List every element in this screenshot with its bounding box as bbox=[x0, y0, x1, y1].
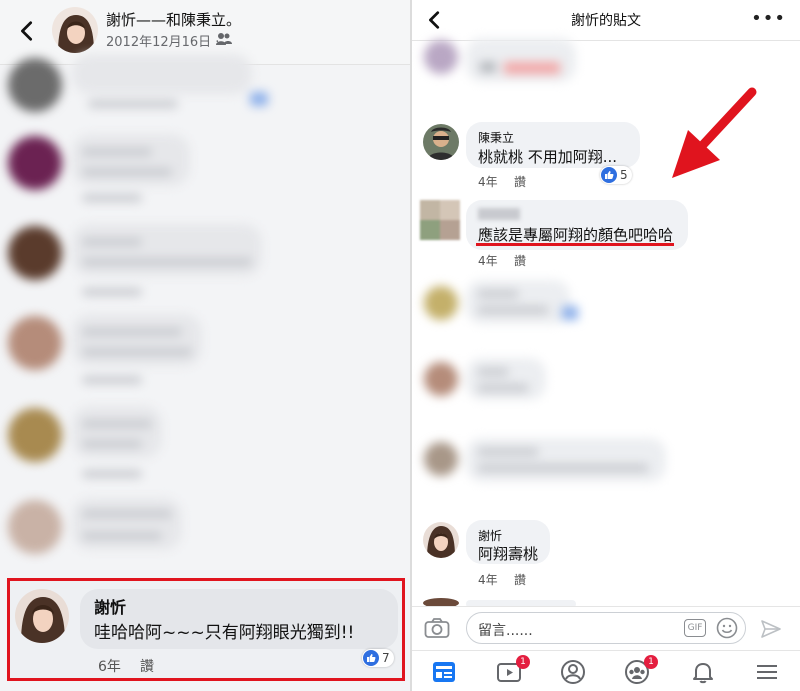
comment-time: 6年 bbox=[98, 659, 121, 675]
notification-badge: 1 bbox=[516, 655, 530, 669]
right-post-view: 謝忻的貼文 ••• 陳秉立 桃就桃 不用加阿翔... 5 4年 讚 應該是專屬阿… bbox=[412, 0, 800, 691]
comment-time: 4年 bbox=[478, 175, 498, 189]
comment-input-placeholder: 留言...... bbox=[478, 623, 533, 639]
tab-groups[interactable]: 1 bbox=[624, 655, 658, 685]
thumbs-up-icon bbox=[363, 650, 379, 666]
comment-time: 4年 bbox=[478, 254, 498, 268]
comment-text: 桃就桃 不用加阿翔... bbox=[478, 148, 618, 166]
post-title[interactable]: 謝忻——和陳秉立。 bbox=[106, 9, 241, 30]
emoji-icon[interactable] bbox=[716, 617, 738, 639]
reaction-count[interactable]: 7 bbox=[362, 649, 394, 667]
tab-notifications[interactable] bbox=[690, 659, 716, 685]
author-avatar[interactable] bbox=[52, 7, 98, 53]
post-title: 謝忻的貼文 bbox=[571, 13, 641, 29]
blurred-comment bbox=[0, 492, 410, 582]
bottom-tab-bar: 1 1 bbox=[412, 650, 800, 691]
comment-composer: 留言...... GIF bbox=[412, 606, 800, 651]
gif-button[interactable]: GIF bbox=[684, 619, 706, 637]
highlight-underline bbox=[476, 243, 674, 246]
comment-meta: 6年 讚 bbox=[98, 656, 154, 676]
like-button[interactable]: 讚 bbox=[514, 173, 526, 190]
blurred-comment bbox=[412, 436, 800, 496]
bell-icon bbox=[693, 663, 713, 684]
send-icon[interactable] bbox=[760, 618, 782, 640]
commenter-avatar[interactable] bbox=[423, 522, 459, 558]
comment-time: 4年 bbox=[478, 573, 498, 587]
post-header: 謝忻的貼文 ••• bbox=[412, 0, 800, 41]
blurred-comment bbox=[0, 218, 410, 308]
friends-audience-icon bbox=[216, 31, 232, 45]
pixelated-avatar[interactable] bbox=[420, 200, 460, 240]
highlighted-comment: 謝忻 哇哈哈阿~~~只有阿翔眼光獨到!! 6年 讚 7 bbox=[7, 578, 405, 681]
news-feed-icon bbox=[433, 662, 455, 682]
tab-news-feed[interactable] bbox=[431, 659, 457, 685]
tab-profile[interactable] bbox=[560, 659, 586, 685]
like-button[interactable]: 讚 bbox=[140, 656, 154, 676]
blurred-comment bbox=[0, 400, 410, 490]
blurred-comment bbox=[412, 38, 800, 88]
tab-watch[interactable]: 1 bbox=[496, 655, 530, 685]
comment-author[interactable]: 陳秉立 bbox=[478, 129, 514, 146]
comment-text: 哇哈哈阿~~~只有阿翔眼光獨到!! bbox=[94, 623, 355, 643]
blurred-comment bbox=[412, 356, 800, 416]
profile-icon bbox=[561, 660, 585, 684]
hamburger-menu-icon bbox=[757, 665, 777, 679]
comment-text: 阿翔壽桃 bbox=[478, 545, 539, 563]
blurred-comment bbox=[0, 308, 410, 398]
comment-author[interactable]: 謝忻 bbox=[478, 527, 502, 544]
thumbs-up-icon bbox=[601, 167, 617, 183]
like-button[interactable]: 讚 bbox=[514, 571, 526, 588]
notification-badge: 1 bbox=[644, 655, 658, 669]
reaction-count[interactable]: 5 bbox=[600, 166, 632, 184]
left-post-view: 謝忻——和陳秉立。 2012年12月16日 · 謝忻 哇哈哈阿~~~只有阿翔眼光… bbox=[0, 0, 410, 691]
more-options-icon[interactable]: ••• bbox=[751, 8, 786, 29]
comment-author[interactable]: 謝忻 bbox=[94, 594, 126, 618]
camera-icon[interactable] bbox=[424, 617, 450, 639]
back-arrow-icon[interactable] bbox=[16, 20, 38, 42]
red-arrow-annotation bbox=[666, 84, 766, 184]
blurred-comment bbox=[0, 128, 410, 218]
tab-menu[interactable] bbox=[754, 659, 780, 685]
blurred-author-name bbox=[478, 208, 520, 220]
commenter-avatar[interactable] bbox=[423, 124, 459, 160]
like-button[interactable]: 讚 bbox=[514, 252, 526, 269]
blurred-comment bbox=[412, 280, 800, 340]
commenter-avatar[interactable] bbox=[15, 589, 69, 643]
comment-text: 應該是專屬阿翔的顏色吧哈哈 bbox=[478, 226, 674, 244]
blurred-comment bbox=[0, 48, 410, 138]
